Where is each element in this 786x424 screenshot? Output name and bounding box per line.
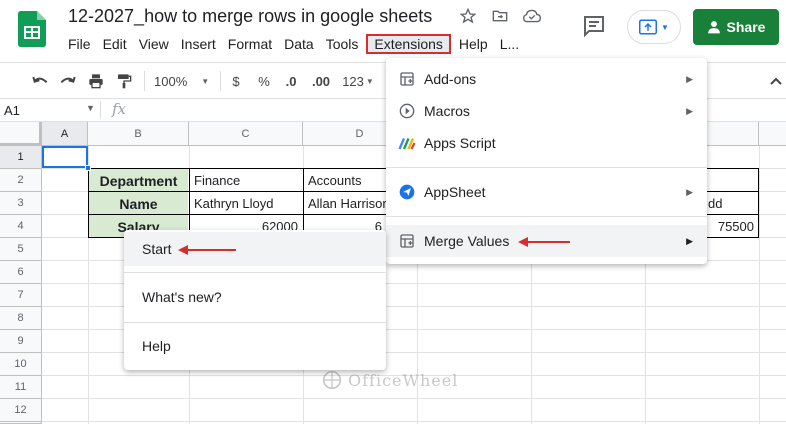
menu-data[interactable]: Data <box>278 34 320 54</box>
increase-decimal-label: .00 <box>311 73 331 89</box>
decrease-decimal-label: .0 <box>285 73 297 89</box>
print-icon[interactable] <box>86 72 106 90</box>
menu-format[interactable]: Format <box>222 34 278 54</box>
submenu-item-help[interactable]: Help <box>124 329 386 363</box>
submenu-arrow-icon: ▶ <box>686 186 693 197</box>
collapse-toolbar-icon[interactable] <box>768 72 784 90</box>
submenu-item-start[interactable]: Start <box>124 232 386 266</box>
row-header[interactable]: 2 <box>0 169 42 192</box>
menu-file[interactable]: File <box>62 34 97 54</box>
share-label: Share <box>726 19 766 35</box>
submenu-item-whats-new[interactable]: What's new? <box>124 280 386 314</box>
menu-item-label: Add-ons <box>424 71 477 87</box>
watermark-text: OfficeWheel <box>348 370 459 390</box>
menu-insert[interactable]: Insert <box>175 34 222 54</box>
decrease-decimal-button[interactable]: .0 <box>280 72 302 90</box>
more-formats-label: 123 <box>342 73 364 89</box>
name-box[interactable]: A1 <box>4 103 20 118</box>
officewheel-logo-icon <box>322 370 342 390</box>
column-header-c[interactable]: C <box>189 122 303 146</box>
menu-item-appsheet[interactable]: AppSheet ▶ <box>386 176 707 208</box>
present-button[interactable]: ▼ <box>627 10 681 44</box>
row-header[interactable]: 5 <box>0 238 42 261</box>
apps-script-icon <box>398 134 416 152</box>
more-formats-button[interactable]: 123 ▼ <box>338 72 378 90</box>
paint-format-icon[interactable] <box>114 72 134 90</box>
undo-icon[interactable] <box>30 72 50 90</box>
percent-format-button[interactable]: % <box>256 72 272 90</box>
column-header-h[interactable] <box>759 122 786 146</box>
submenu-arrow-icon: ▶ <box>686 235 693 246</box>
document-title[interactable]: 12-2027_how to merge rows in google shee… <box>68 6 432 27</box>
annotation-arrow-icon <box>518 237 570 247</box>
submenu-arrow-icon: ▶ <box>686 105 693 116</box>
currency-format-button[interactable]: $ <box>228 72 244 90</box>
cell-c3[interactable]: Kathryn Lloyd <box>190 192 302 215</box>
row-header[interactable]: 7 <box>0 284 42 307</box>
row-header[interactable]: 9 <box>0 330 42 353</box>
row-header[interactable]: 8 <box>0 307 42 330</box>
menu-item-macros[interactable]: Macros ▶ <box>386 95 707 127</box>
redo-icon[interactable] <box>58 72 78 90</box>
cell-b3[interactable]: Name <box>89 192 188 215</box>
menu-item-apps-script[interactable]: Apps Script <box>386 127 707 159</box>
cell-b2[interactable]: Department <box>89 169 188 192</box>
cell-g3[interactable]: dd <box>704 192 759 215</box>
chevron-down-icon: ▼ <box>201 76 210 86</box>
row-header[interactable]: 6 <box>0 261 42 284</box>
comments-icon[interactable] <box>582 14 608 40</box>
active-cell-selection <box>42 146 88 168</box>
menu-item-label: Macros <box>424 103 470 119</box>
menu-view[interactable]: View <box>133 34 175 54</box>
row-header[interactable]: 12 <box>0 399 42 422</box>
column-header-b[interactable]: B <box>88 122 189 146</box>
percent-label: % <box>258 73 270 89</box>
fill-handle[interactable] <box>85 165 91 171</box>
app-header: 12-2027_how to merge rows in google shee… <box>0 0 786 62</box>
row-header[interactable]: 4 <box>0 215 42 238</box>
star-icon[interactable] <box>458 6 478 26</box>
fx-icon: fx <box>112 100 127 118</box>
menu-bar: File Edit View Insert Format Data Tools … <box>62 34 525 54</box>
chevron-down-icon: ▼ <box>661 22 669 32</box>
menu-extensions[interactable]: Extensions <box>366 34 451 54</box>
cell-c2[interactable]: Finance <box>190 169 302 192</box>
move-folder-icon[interactable] <box>490 6 510 26</box>
submenu-arrow-icon: ▶ <box>686 73 693 84</box>
present-icon <box>639 19 658 35</box>
row-header[interactable]: 11 <box>0 376 42 399</box>
watermark: OfficeWheel <box>322 370 458 390</box>
increase-decimal-button[interactable]: .00 <box>308 72 334 90</box>
row-header[interactable]: 3 <box>0 192 42 215</box>
cloud-status-icon[interactable] <box>522 6 542 26</box>
select-all-corner[interactable] <box>0 122 42 146</box>
sheets-logo-icon[interactable] <box>18 11 46 47</box>
merge-values-icon <box>398 232 416 250</box>
extensions-menu: Add-ons ▶ Macros ▶ Apps Script AppSheet … <box>386 58 707 264</box>
menu-item-label: Apps Script <box>424 135 496 151</box>
menu-help[interactable]: Help <box>453 34 494 54</box>
currency-label: $ <box>232 73 240 89</box>
menu-item-label: AppSheet <box>424 184 486 200</box>
merge-values-submenu: Start What's new? Help <box>124 230 386 370</box>
person-add-icon <box>707 21 720 34</box>
annotation-arrow-icon <box>178 245 236 255</box>
column-header-a[interactable]: A <box>42 122 88 146</box>
menu-edit[interactable]: Edit <box>97 34 133 54</box>
menu-item-label: Merge Values <box>424 233 510 249</box>
row-header[interactable]: 10 <box>0 353 42 376</box>
share-button[interactable]: Share <box>693 9 779 45</box>
chevron-down-icon: ▼ <box>365 76 374 86</box>
row-header[interactable]: 1 <box>0 146 42 169</box>
macros-icon <box>398 102 416 120</box>
add-ons-icon <box>398 70 416 88</box>
menu-last-edit[interactable]: L... <box>494 34 525 54</box>
menu-tools[interactable]: Tools <box>320 34 365 54</box>
chevron-down-icon[interactable]: ▼ <box>86 103 95 113</box>
zoom-value: 100% <box>154 73 188 89</box>
menu-item-add-ons[interactable]: Add-ons ▶ <box>386 63 707 95</box>
appsheet-icon <box>398 183 416 201</box>
zoom-select[interactable]: 100% ▼ <box>154 72 212 90</box>
